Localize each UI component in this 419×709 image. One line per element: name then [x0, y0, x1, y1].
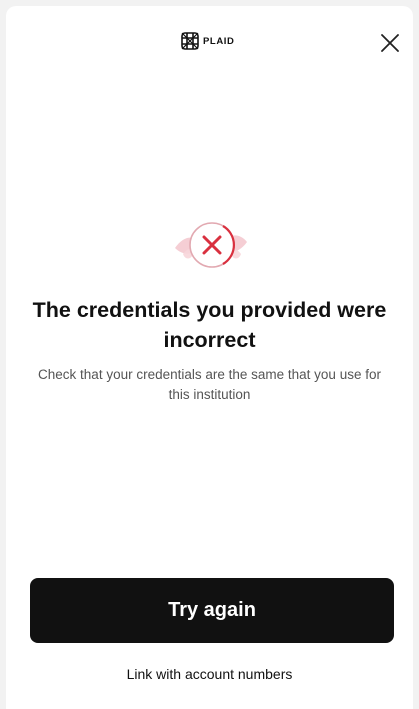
try-again-button[interactable]: Try again — [30, 578, 394, 643]
logo-text: PLAID — [203, 35, 235, 47]
header: PLAID — [6, 26, 413, 66]
plaid-logo: PLAID — [181, 32, 235, 50]
error-x-icon — [161, 214, 261, 274]
close-button[interactable] — [379, 32, 401, 54]
error-dialog: PLAID The credentials you provided were … — [6, 6, 413, 709]
link-with-account-numbers-link[interactable]: Link with account numbers — [6, 666, 413, 682]
error-message: Check that your credentials are the same… — [38, 367, 381, 402]
close-icon[interactable] — [379, 32, 401, 54]
plaid-logo-icon — [181, 32, 199, 50]
error-title: The credentials you provided were incorr… — [32, 298, 387, 352]
